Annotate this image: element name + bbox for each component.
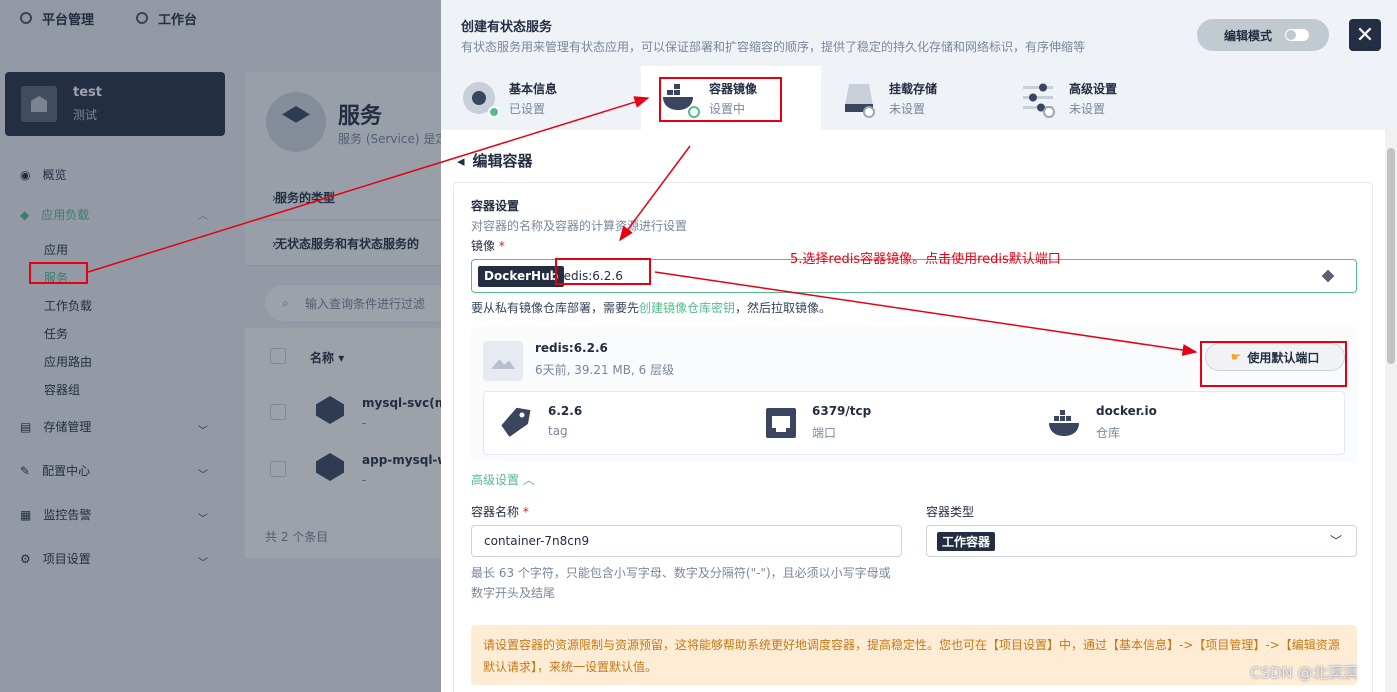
modal-title: 创建有状态服务 bbox=[461, 20, 553, 35]
modal-body: ◂ 编辑容器 容器设置 对容器的名称及容器的计算资源进行设置 镜像 * Docke… bbox=[441, 130, 1385, 692]
required-mark: * bbox=[498, 239, 505, 253]
resource-warning: 请设置容器的资源限制与资源预留，这将能够帮助系统更好地调度容器，提高稳定性。您也… bbox=[471, 625, 1357, 685]
label-text: 容器名称 bbox=[471, 505, 520, 519]
image-details: 6.2.6 tag 6379/tcp 端口 docker.io 仓库 bbox=[483, 391, 1345, 455]
edit-mode-toggle[interactable]: 编辑模式 bbox=[1197, 19, 1329, 51]
warning-text: 请设置容器的资源限制与资源预留，这将能够帮助系统更好地调度容器，提高稳定性。您也… bbox=[483, 638, 1340, 674]
port-label: 端口 bbox=[812, 426, 837, 440]
annotation-box-image-value bbox=[555, 258, 651, 285]
toggle-switch bbox=[1285, 29, 1309, 41]
image-placeholder-icon bbox=[483, 341, 523, 381]
container-name-hint: 最长 63 个字符，只能包含小写字母、数字及分隔符("-")，且必须以小写字母或… bbox=[471, 566, 891, 600]
annotation-box-image-tab bbox=[659, 77, 782, 122]
modal-desc: 有状态服务用来管理有状态应用，可以保证部署和扩容缩容的顺序，提供了稳定的持久化存… bbox=[461, 40, 1086, 54]
tab-basic-info[interactable]: 基本信息 已设置 bbox=[441, 66, 621, 130]
container-type-label: 容器类型 bbox=[926, 505, 975, 519]
step-label: 高级设置 bbox=[1069, 82, 1118, 96]
watermark: CSDN @北溟溟 bbox=[1250, 664, 1358, 682]
image-label-text: 镜像 bbox=[471, 239, 496, 253]
image-name: redis:6.2.6 bbox=[535, 341, 608, 355]
status-pending-dot bbox=[863, 106, 875, 118]
repo-label: 仓库 bbox=[1096, 426, 1121, 440]
settings-heading: 容器设置 bbox=[471, 199, 520, 213]
tab-mount-storage[interactable]: 挂载存储 未设置 bbox=[821, 66, 1001, 130]
hint-text: ，然后拉取镜像。 bbox=[735, 301, 832, 315]
step-status: 已设置 bbox=[509, 102, 546, 116]
scrollbar[interactable] bbox=[1385, 130, 1397, 692]
create-secret-link[interactable]: 创建镜像仓库密钥 bbox=[639, 301, 735, 315]
modal-header: 创建有状态服务 有状态服务用来管理有状态应用，可以保证部署和扩容缩容的顺序，提供… bbox=[441, 0, 1397, 66]
annotation-text: 5.选择redis容器镜像。点击使用redis默认端口 bbox=[790, 252, 1061, 267]
annotation-box-default-port bbox=[1200, 341, 1347, 387]
ethernet-port-icon bbox=[766, 408, 796, 438]
container-name-label: 容器名称 * bbox=[471, 503, 529, 520]
chevron-down-icon: ﹀ bbox=[1329, 534, 1342, 548]
hint-text: 要从私有镜像仓库部署，需要先 bbox=[471, 301, 640, 315]
docker-icon bbox=[1049, 410, 1079, 436]
step-label: 挂载存储 bbox=[889, 82, 938, 96]
repo-value: docker.io bbox=[1096, 404, 1157, 418]
tag-icon bbox=[501, 407, 531, 437]
annotation-box-services bbox=[29, 262, 88, 284]
step-status: 未设置 bbox=[889, 102, 926, 116]
edit-mode-label: 编辑模式 bbox=[1224, 28, 1273, 43]
step-tabs: 基本信息 已设置 容器镜像 设置中 挂载存储 未设置 高级设置 未设置 bbox=[441, 66, 1397, 130]
container-name-input[interactable]: container-7n8cn9 bbox=[471, 525, 902, 557]
registry-selector[interactable]: DockerHub bbox=[478, 266, 565, 287]
tag-label: tag bbox=[548, 424, 568, 438]
close-icon: ✕ bbox=[1355, 22, 1375, 48]
settings-desc: 对容器的名称及容器的计算资源进行设置 bbox=[471, 219, 688, 233]
chevron-up-icon: ︿ bbox=[522, 473, 535, 487]
port-value: 6379/tcp bbox=[812, 404, 872, 418]
advanced-settings-toggle[interactable]: 高级设置 ︿ bbox=[471, 471, 535, 488]
scrollbar-thumb[interactable] bbox=[1387, 148, 1395, 364]
modal-backdrop[interactable] bbox=[0, 0, 441, 692]
status-done-dot bbox=[488, 106, 500, 118]
status-pending-dot bbox=[1043, 106, 1055, 118]
private-registry-hint: 要从私有镜像仓库部署，需要先创建镜像仓库密钥，然后拉取镜像。 bbox=[471, 299, 831, 316]
tab-advanced-settings[interactable]: 高级设置 未设置 bbox=[1001, 66, 1181, 130]
container-type-select[interactable]: 工作容器 ﹀ bbox=[926, 525, 1357, 557]
tag-value: 6.2.6 bbox=[548, 404, 583, 418]
required-mark: * bbox=[522, 505, 529, 519]
close-button[interactable]: ✕ bbox=[1349, 19, 1381, 51]
step-status: 未设置 bbox=[1069, 102, 1106, 116]
selected-value: 工作容器 bbox=[937, 532, 996, 551]
image-label: 镜像 * bbox=[471, 237, 505, 254]
image-meta: 6天前, 39.21 MB, 6 层级 bbox=[535, 363, 675, 377]
cube-icon[interactable] bbox=[1321, 269, 1335, 283]
step-label: 基本信息 bbox=[509, 82, 558, 96]
back-arrow-icon: ◂ bbox=[457, 151, 465, 170]
input-value: container-7n8cn9 bbox=[484, 534, 590, 548]
section-title: 编辑容器 bbox=[472, 152, 533, 170]
back-edit-container[interactable]: ◂ 编辑容器 bbox=[457, 150, 533, 171]
advanced-label: 高级设置 bbox=[471, 473, 520, 487]
